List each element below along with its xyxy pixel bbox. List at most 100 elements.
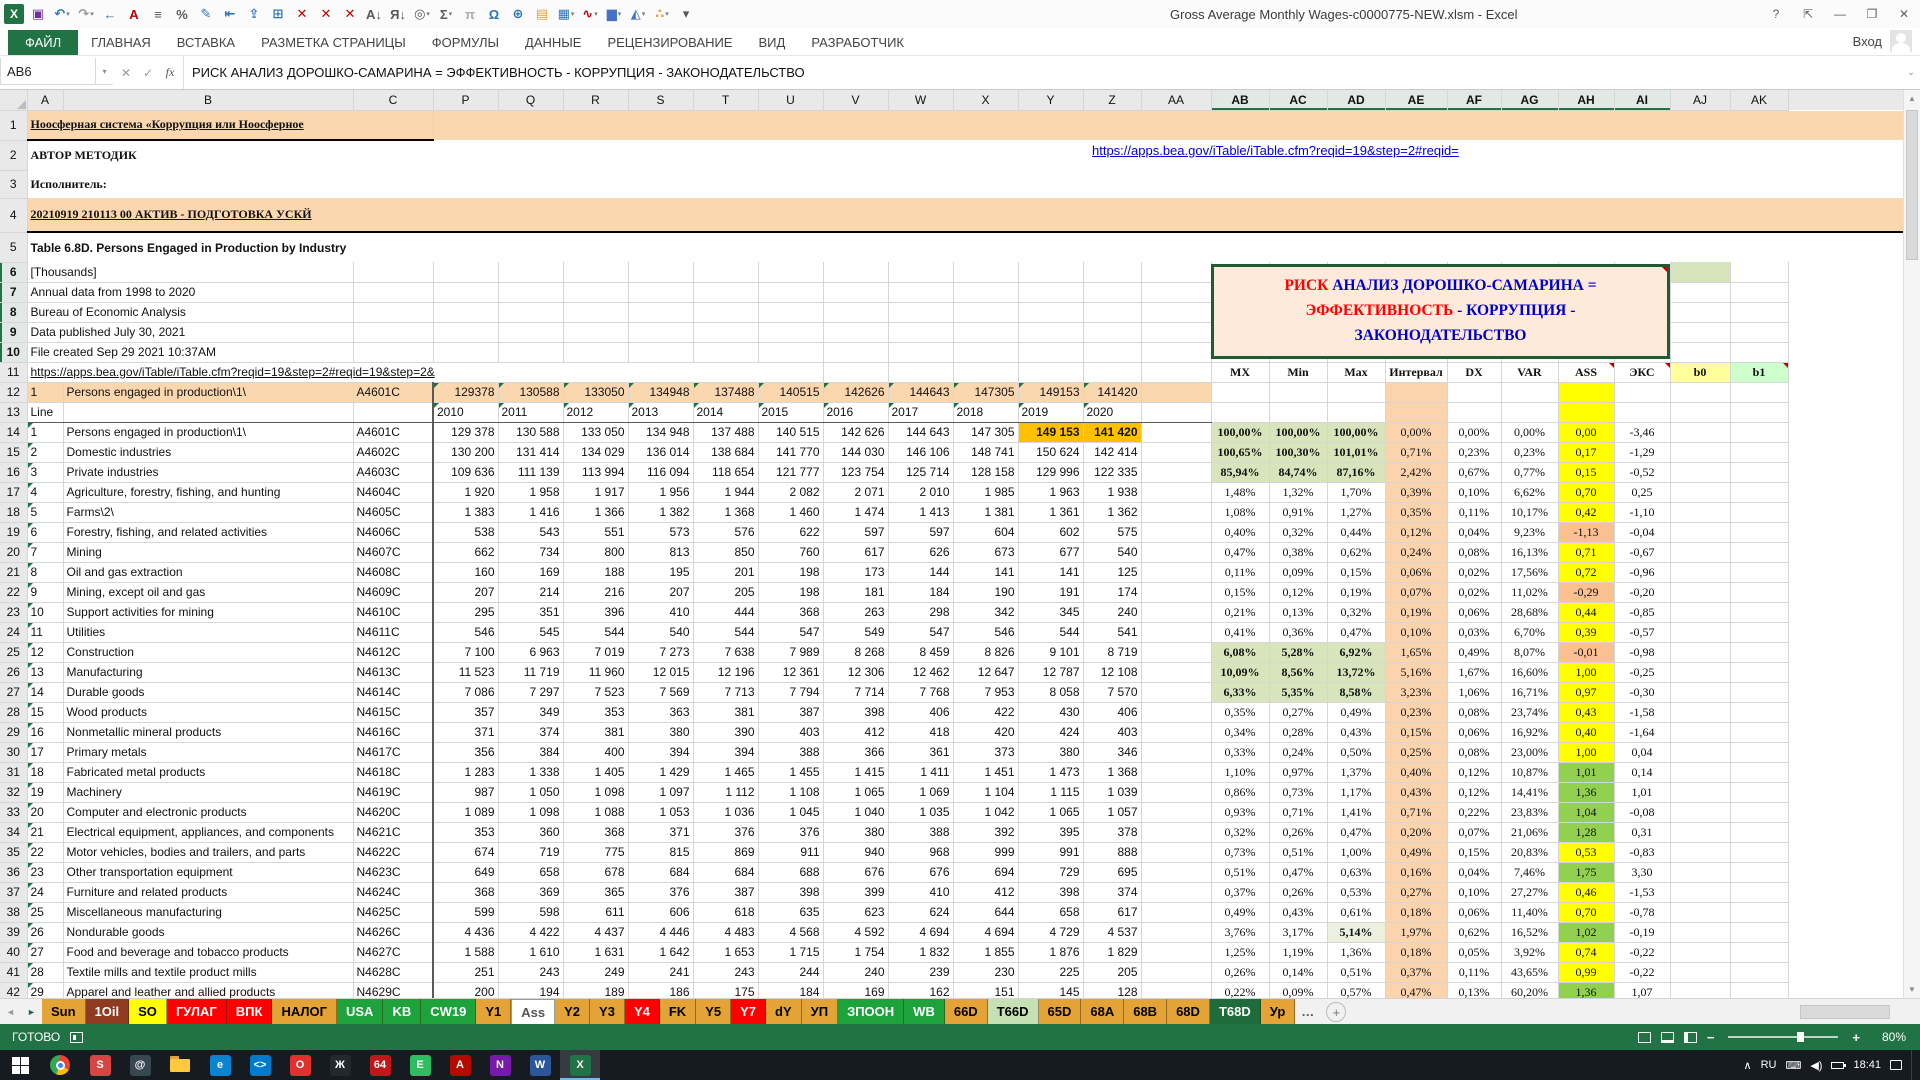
value-cell[interactable]: 130 200 [433,442,498,462]
value-cell[interactable]: 141 [1018,562,1083,582]
stat-cell[interactable]: 5,28% [1269,642,1327,662]
value-cell[interactable]: 144 030 [823,442,888,462]
close-button[interactable]: ✕ [1888,0,1920,28]
stat-cell[interactable]: 0,09% [1269,562,1327,582]
stat-cell[interactable]: 0,67% [1447,462,1501,482]
cell[interactable] [1083,342,1141,362]
stat-cell[interactable]: 0,18% [1385,902,1447,922]
sheet-tab-Y2[interactable]: Y2 [555,999,590,1024]
value-cell[interactable]: 144 643 [888,422,953,442]
cell[interactable] [953,342,1018,362]
cell[interactable] [1670,542,1730,562]
stat-cell[interactable]: 0,17 [1558,442,1614,462]
series-code[interactable]: N4627C [353,942,433,962]
opera-icon[interactable]: O [280,1050,320,1080]
stat-cell[interactable]: 28,68% [1501,602,1558,622]
stat-cell[interactable]: 16,13% [1501,542,1558,562]
cell[interactable]: 140515 [758,382,823,402]
column-header[interactable]: W [888,90,953,110]
value-cell[interactable]: 12 306 [823,662,888,682]
stat-cell[interactable]: 0,71% [1385,442,1447,462]
stats-header-b1[interactable]: b1 [1730,362,1788,382]
stat-cell[interactable]: -0,25 [1614,662,1670,682]
scatter-chart-button[interactable]: ∴▾ [650,2,674,26]
stat-cell[interactable]: 0,32% [1269,522,1327,542]
value-cell[interactable]: 678 [563,862,628,882]
value-cell[interactable]: 133 050 [563,422,628,442]
value-cell[interactable]: 240 [1083,602,1141,622]
series-code[interactable]: A4603C [353,462,433,482]
series-code[interactable]: N4613C [353,662,433,682]
series-code[interactable]: N4624C [353,882,433,902]
cell[interactable] [1141,282,1211,302]
line-number[interactable]: 19 [27,782,63,802]
mail-app-icon[interactable]: @ [120,1050,160,1080]
value-cell[interactable]: 1 112 [693,782,758,802]
stat-cell[interactable]: 0,06% [1447,602,1501,622]
line-number[interactable]: 25 [27,902,63,922]
stat-cell[interactable]: -0,22 [1614,962,1670,982]
stat-cell[interactable]: 0,08% [1447,542,1501,562]
pi-button[interactable]: π [458,2,482,26]
stat-cell[interactable]: 0,47% [1269,862,1327,882]
sheet-tab-T68D[interactable]: T68D [1210,999,1261,1024]
value-cell[interactable]: 1 754 [823,942,888,962]
cell[interactable] [888,342,953,362]
stat-cell[interactable]: 0,51% [1327,962,1385,982]
show-desktop-button[interactable] [1911,1050,1916,1080]
stat-cell[interactable]: 0,63% [1327,862,1385,882]
cell[interactable] [1083,322,1141,342]
ribbon-tab-разметка страницы[interactable]: РАЗМЕТКА СТРАНИЦЫ [248,30,419,55]
value-cell[interactable]: 361 [888,742,953,762]
series-code[interactable]: N4604C [353,482,433,502]
industry-label[interactable]: Other transportation equipment [63,862,353,882]
value-cell[interactable]: 214 [498,582,563,602]
cell[interactable] [1670,962,1730,982]
value-cell[interactable]: 1 338 [498,762,563,782]
cell[interactable]: Persons engaged in production\1\ [63,382,353,402]
stat-cell[interactable]: 5,35% [1269,682,1327,702]
value-cell[interactable]: 249 [563,962,628,982]
row-header[interactable]: 22 [0,582,27,602]
sheet-tab-KB[interactable]: KB [383,999,421,1024]
column-header[interactable]: AA [1141,90,1211,110]
line-number[interactable]: 12 [27,642,63,662]
cell[interactable] [1670,662,1730,682]
stat-cell[interactable]: 0,06% [1447,902,1501,922]
value-cell[interactable]: 4 592 [823,922,888,942]
value-cell[interactable]: 141 770 [758,442,823,462]
sheet-tab-FK[interactable]: FK [660,999,696,1024]
stats-header-var[interactable]: VAR [1501,362,1558,382]
stat-cell[interactable]: -1,64 [1614,722,1670,742]
stat-cell[interactable]: 0,08% [1447,742,1501,762]
stat-cell[interactable]: 100,00% [1211,422,1269,442]
stat-cell[interactable]: 0,40% [1385,762,1447,782]
stat-cell[interactable]: -1,29 [1614,442,1670,462]
font-color-button[interactable]: A [122,2,146,26]
help-button[interactable]: ? [1760,0,1792,28]
series-code[interactable]: N4615C [353,702,433,722]
row-header[interactable]: 9 [0,322,27,342]
industry-label[interactable]: Wood products [63,702,353,722]
year-header[interactable]: 2014 [693,402,758,422]
cell[interactable] [1670,462,1730,482]
value-cell[interactable]: 4 436 [433,922,498,942]
value-cell[interactable]: 729 [1018,862,1083,882]
cell[interactable] [563,262,628,282]
stat-cell[interactable]: 0,15 [1558,462,1614,482]
cell[interactable] [1141,762,1211,782]
industry-label[interactable]: Computer and electronic products [63,802,353,822]
cell[interactable] [1730,722,1788,742]
sheet-tab-УП[interactable]: УП [802,999,838,1024]
sheet-tab-68A[interactable]: 68A [1081,999,1124,1024]
stat-cell[interactable]: 0,40 [1558,722,1614,742]
stat-cell[interactable]: 1,70% [1327,482,1385,502]
stats-header-экс[interactable]: ЭКС [1614,362,1670,382]
cell[interactable] [1730,262,1788,282]
value-cell[interactable]: 360 [498,822,563,842]
stat-cell[interactable]: 0,44% [1327,522,1385,542]
value-cell[interactable]: 1 053 [628,802,693,822]
year-header[interactable]: 2016 [823,402,888,422]
stat-cell[interactable]: 1,17% [1327,782,1385,802]
cell[interactable] [693,342,758,362]
